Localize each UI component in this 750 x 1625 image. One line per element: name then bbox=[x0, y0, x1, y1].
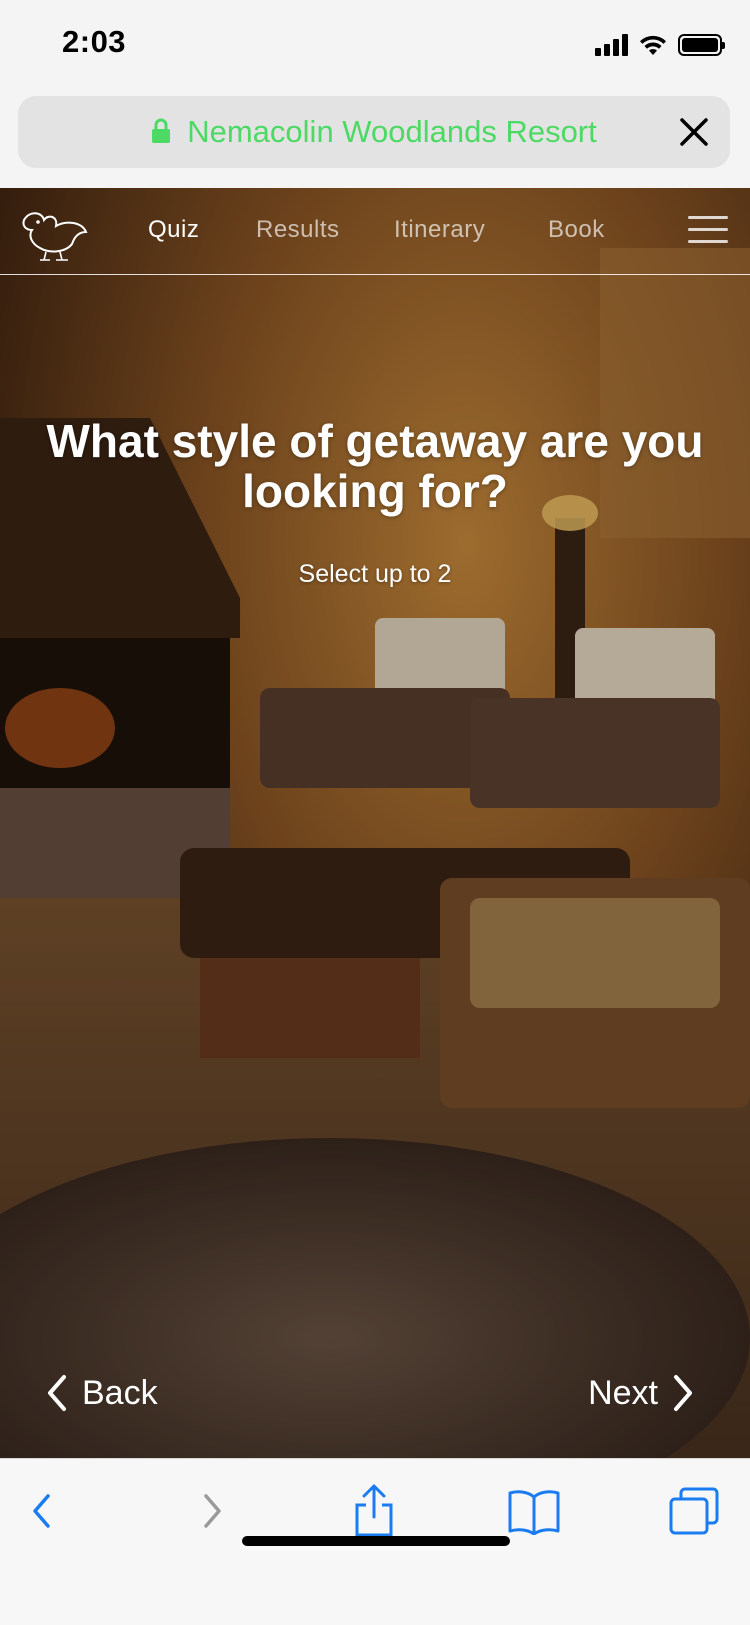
nav-results[interactable]: Results bbox=[256, 216, 340, 244]
status-icons bbox=[595, 30, 725, 60]
bookmarks-icon[interactable] bbox=[504, 1481, 564, 1541]
tabs-icon[interactable] bbox=[664, 1481, 724, 1541]
signal-icon bbox=[595, 34, 628, 56]
back-arrow-icon[interactable] bbox=[12, 1481, 72, 1541]
close-icon[interactable] bbox=[674, 112, 714, 152]
chevron-left-icon bbox=[48, 1375, 66, 1411]
forward-arrow-icon[interactable] bbox=[182, 1481, 242, 1541]
back-button-label: Back bbox=[82, 1373, 158, 1412]
quiz-page: Quiz Results Itinerary Book What style o… bbox=[0, 188, 750, 1458]
address-bar[interactable]: Nemacolin Woodlands Resort bbox=[18, 96, 730, 168]
hamburger-menu-icon[interactable] bbox=[688, 216, 728, 246]
home-indicator[interactable] bbox=[242, 1536, 510, 1546]
chevron-right-icon bbox=[674, 1375, 692, 1411]
page-title: Nemacolin Woodlands Resort bbox=[187, 114, 597, 149]
nav-quiz[interactable]: Quiz bbox=[148, 216, 199, 244]
site-nav: Quiz Results Itinerary Book bbox=[0, 188, 750, 275]
quiz-question: What style of getaway are you looking fo… bbox=[46, 415, 704, 517]
lock-icon bbox=[152, 118, 171, 143]
address-bar-area: Nemacolin Woodlands Resort bbox=[0, 92, 750, 188]
wifi-icon bbox=[640, 35, 666, 55]
quiz-hint: Select up to 2 bbox=[298, 560, 452, 588]
back-button[interactable]: Back bbox=[44, 1368, 158, 1418]
nav-book[interactable]: Book bbox=[548, 216, 605, 244]
battery-icon bbox=[678, 34, 725, 56]
status-bar: 2:03 bbox=[0, 0, 750, 92]
lodge-lobby-background-image bbox=[0, 188, 750, 1458]
next-button-label: Next bbox=[588, 1373, 658, 1412]
bird-logo-icon[interactable] bbox=[16, 202, 92, 262]
share-icon[interactable] bbox=[344, 1481, 404, 1541]
address-title: Nemacolin Woodlands Resort bbox=[18, 114, 730, 150]
next-button[interactable]: Next bbox=[588, 1368, 696, 1418]
status-time: 2:03 bbox=[62, 24, 127, 59]
nav-itinerary[interactable]: Itinerary bbox=[394, 216, 485, 244]
